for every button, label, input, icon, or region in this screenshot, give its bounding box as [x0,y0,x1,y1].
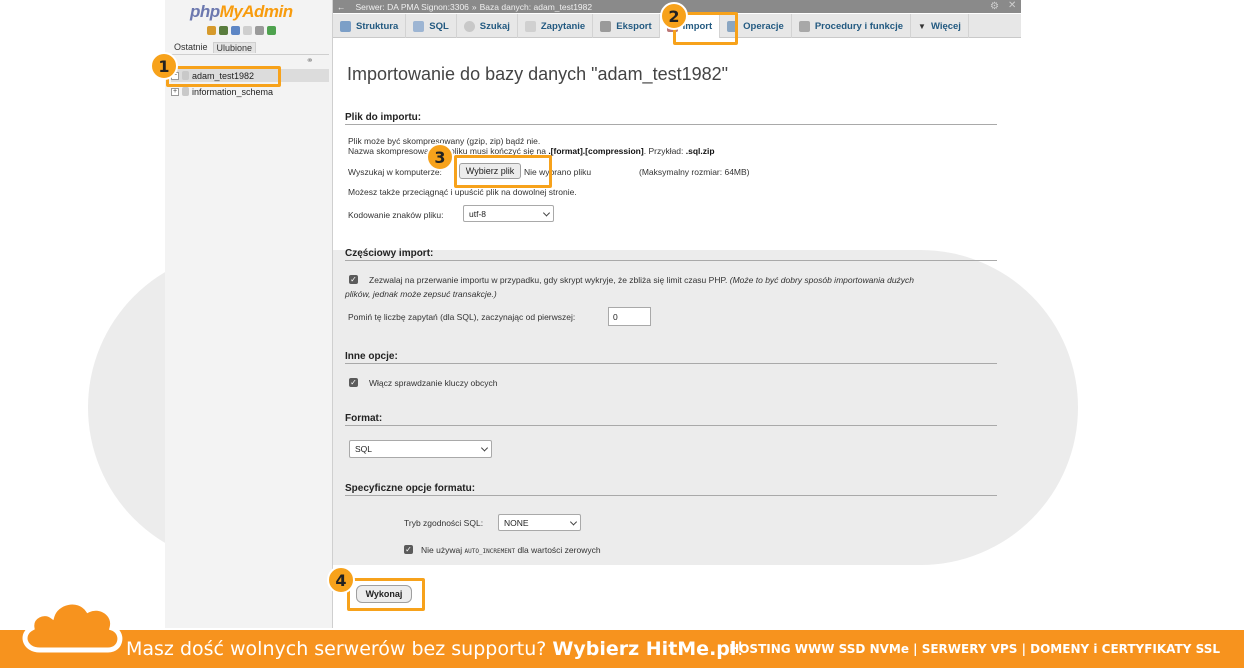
page-title: Importowanie do bazy danych "adam_test19… [347,64,729,84]
chevron-down-icon [542,208,551,217]
chevron-down-icon [569,517,578,526]
promo-services: HOSTING WWW SSD NVMe | SERWERY VPS | DOM… [729,642,1220,656]
nav-divider [169,54,329,55]
no-auto-value-checkbox[interactable]: ✓ [404,545,413,554]
database-icon [182,87,189,96]
chevron-down-icon: ▼ [918,21,926,31]
other-options-legend: Inne opcje: [345,351,997,364]
chevron-down-icon [480,444,489,452]
settings-icon[interactable] [255,26,264,35]
link-icon[interactable]: ⚭ [306,55,314,66]
skip-queries-label: Pomiń tę liczbę zapytań (dla SQL), zaczy… [348,312,576,322]
file-section-legend: Plik do importu: [345,112,997,125]
logout-icon[interactable] [219,26,228,35]
format-legend: Format: [345,413,997,426]
nav-tabs: Ostatnie Ulubione [171,42,257,53]
close-icon[interactable]: ✕ [1008,0,1016,11]
breadcrumb-separator: » [471,1,477,12]
partial-section-legend: Częściowy import: [345,248,997,261]
compat-mode-select[interactable]: NONE [498,514,581,531]
no-auto-value-label: Nie używaj AUTO_INCREMENT dla wartości z… [421,545,601,555]
highlight-database [166,66,281,87]
charset-select[interactable]: utf-8 [463,205,554,222]
drag-hint: Możesz także przeciągnąć i upuścić plik … [348,187,577,197]
navigation-panel: phpMyAdmin Ostatnie Ulubione ⚭ − adam_te… [165,0,333,628]
step-badge-1: 1 [150,52,178,80]
reload-icon[interactable] [267,26,276,35]
tab-export[interactable]: Eksport [593,14,660,38]
fk-checks-checkbox[interactable]: ✓ [349,378,358,387]
max-size-text: (Maksymalny rozmiar: 64MB) [639,167,750,177]
search-icon [463,20,475,32]
query-icon [524,20,536,32]
browse-label: Wyszukaj w komputerze: [348,167,442,177]
routines-icon [798,20,810,32]
promo-message: Masz dość wolnych serwerów bez supportu?… [126,638,745,660]
gear-icon[interactable]: ⚙ [990,1,999,12]
main-content: Importowanie do bazy danych "adam_test19… [333,40,1021,628]
allow-interrupt-checkbox[interactable]: ✓ [349,275,358,284]
docs-icon[interactable] [243,26,252,35]
allow-interrupt-label: Zezwalaj na przerwanie importu w przypad… [369,275,915,285]
tab-routines[interactable]: Procedury i funkcje [792,14,912,38]
charset-label: Kodowanie znaków pliku: [348,210,444,220]
structure-icon [340,20,351,32]
skip-queries-input[interactable]: 0 [608,307,651,326]
allow-interrupt-note: plików, jednak może zepsuć transakcje.) [345,289,497,299]
tab-sql[interactable]: SQL [406,14,457,38]
tab-more[interactable]: ▼ Więcej [911,14,969,38]
step-badge-4: 4 [327,566,355,594]
step-badge-3: 3 [426,143,454,171]
step-badge-2: 2 [660,2,688,30]
format-select[interactable]: SQL [349,440,492,458]
highlight-execute [347,578,425,611]
nav-tab-recent[interactable]: Ostatnie [171,42,211,53]
breadcrumb-database[interactable]: Baza danych: adam_test1982 [480,2,592,12]
breadcrumb-server[interactable]: Serwer: DA PMA Signon:3306 [356,2,469,12]
tab-structure[interactable]: Struktura [333,14,407,38]
tab-query[interactable]: Zapytanie [518,14,594,38]
sql-icon [413,20,425,32]
cloud-logo-icon [22,599,123,653]
nav-icon-bar [207,26,276,35]
compat-mode-label: Tryb zgodności SQL: [404,518,484,528]
format-specific-legend: Specyficzne opcje formatu: [345,483,997,496]
highlight-choose-file [454,155,552,188]
phpmyadmin-logo[interactable]: phpMyAdmin [190,2,293,22]
nav-tab-favorites[interactable]: Ulubione [212,42,257,53]
help-icon[interactable] [231,26,240,35]
expand-icon[interactable]: + [171,87,179,96]
promo-banner: Masz dość wolnych serwerów bez supportu?… [0,599,1244,668]
db-name[interactable]: information_schema [192,87,273,97]
fk-checks-label: Włącz sprawdzanie kluczy obcych [369,378,498,388]
tab-search[interactable]: Szukaj [457,14,518,38]
home-icon[interactable] [207,26,216,35]
export-icon [600,20,612,32]
collapse-nav-icon[interactable]: ← [337,2,346,12]
